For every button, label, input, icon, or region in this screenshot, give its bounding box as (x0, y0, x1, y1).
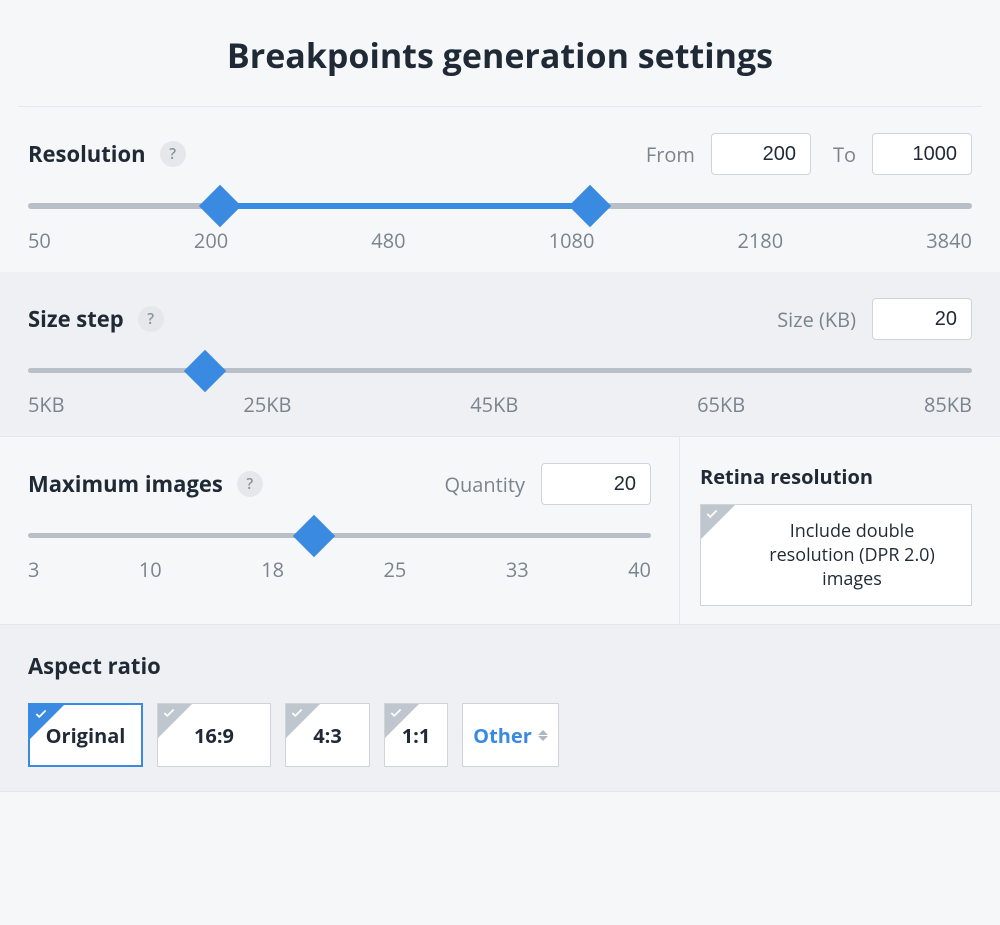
tick-label: 200 (194, 227, 228, 254)
tick-label: 2180 (737, 227, 783, 254)
tick-label: 25KB (243, 391, 291, 418)
quantity-label: Quantity (444, 471, 525, 498)
aspect-option-4-3[interactable]: 4:3 (285, 703, 370, 767)
tick-label: 5KB (28, 391, 65, 418)
check-icon (705, 507, 719, 526)
check-icon (34, 707, 48, 726)
aspect-option-original[interactable]: Original (28, 703, 143, 767)
max-retina-row: Maximum images ? Quantity 3 10 18 25 33 … (0, 436, 1000, 624)
tick-label: 85KB (924, 391, 972, 418)
size-step-label: Size step (28, 304, 124, 334)
resolution-to-label: To (833, 141, 856, 168)
size-step-input-label: Size (KB) (777, 306, 856, 333)
tick-label: 3840 (926, 227, 972, 254)
aspect-option-label: Other (473, 722, 532, 749)
tick-label: 65KB (697, 391, 745, 418)
size-step-section: Size step ? Size (KB) 5KB 25KB 45KB 65KB… (0, 272, 1000, 436)
resolution-slider-track[interactable] (28, 203, 972, 209)
tick-label: 25 (384, 556, 407, 583)
aspect-option-label: 16:9 (194, 722, 234, 749)
check-icon (290, 706, 304, 725)
resolution-to-input[interactable] (872, 133, 972, 175)
aspect-option-1-1[interactable]: 1:1 (384, 703, 448, 767)
maximum-images-section: Maximum images ? Quantity 3 10 18 25 33 … (0, 437, 680, 624)
tick-label: 45KB (470, 391, 518, 418)
tick-label: 10 (139, 556, 162, 583)
resolution-slider-fill (220, 203, 590, 209)
tick-label: 480 (371, 227, 405, 254)
tick-label: 1080 (549, 227, 595, 254)
resolution-from-label: From (646, 141, 695, 168)
tick-label: 3 (28, 556, 39, 583)
tick-label: 18 (261, 556, 284, 583)
maximum-images-label: Maximum images (28, 469, 223, 499)
retina-label: Retina resolution (700, 463, 972, 490)
sort-icon (538, 728, 548, 742)
resolution-slider-handle-to[interactable] (568, 185, 610, 227)
aspect-option-16-9[interactable]: 16:9 (157, 703, 271, 767)
resolution-slider-handle-from[interactable] (198, 185, 240, 227)
size-step-slider-handle[interactable] (184, 349, 226, 391)
size-step-input[interactable] (872, 298, 972, 340)
resolution-label: Resolution (28, 139, 146, 169)
resolution-section: Resolution ? From To 50 200 480 1080 218… (0, 107, 1000, 272)
resolution-from-input[interactable] (711, 133, 811, 175)
tick-label: 33 (506, 556, 529, 583)
tick-label: 50 (28, 227, 51, 254)
tick-label: 40 (628, 556, 651, 583)
check-icon (162, 706, 176, 725)
aspect-ratio-section: Aspect ratio Original 16:9 (0, 624, 1000, 792)
aspect-option-other[interactable]: Other (462, 703, 559, 767)
help-icon[interactable]: ? (160, 141, 186, 167)
aspect-ratio-label: Aspect ratio (28, 651, 972, 681)
quantity-input[interactable] (541, 463, 651, 505)
check-icon (389, 706, 403, 725)
max-images-slider-handle[interactable] (293, 514, 335, 556)
size-step-slider-track[interactable] (28, 368, 972, 373)
retina-card[interactable]: Include double resolution (DPR 2.0) imag… (700, 504, 972, 606)
max-images-slider-track[interactable] (28, 533, 651, 538)
help-icon[interactable]: ? (138, 306, 164, 332)
help-icon[interactable]: ? (237, 471, 263, 497)
retina-section: Retina resolution Include double resolut… (680, 437, 1000, 624)
retina-card-text: Include double resolution (DPR 2.0) imag… (769, 519, 935, 591)
page-title: Breakpoints generation settings (0, 32, 1000, 78)
